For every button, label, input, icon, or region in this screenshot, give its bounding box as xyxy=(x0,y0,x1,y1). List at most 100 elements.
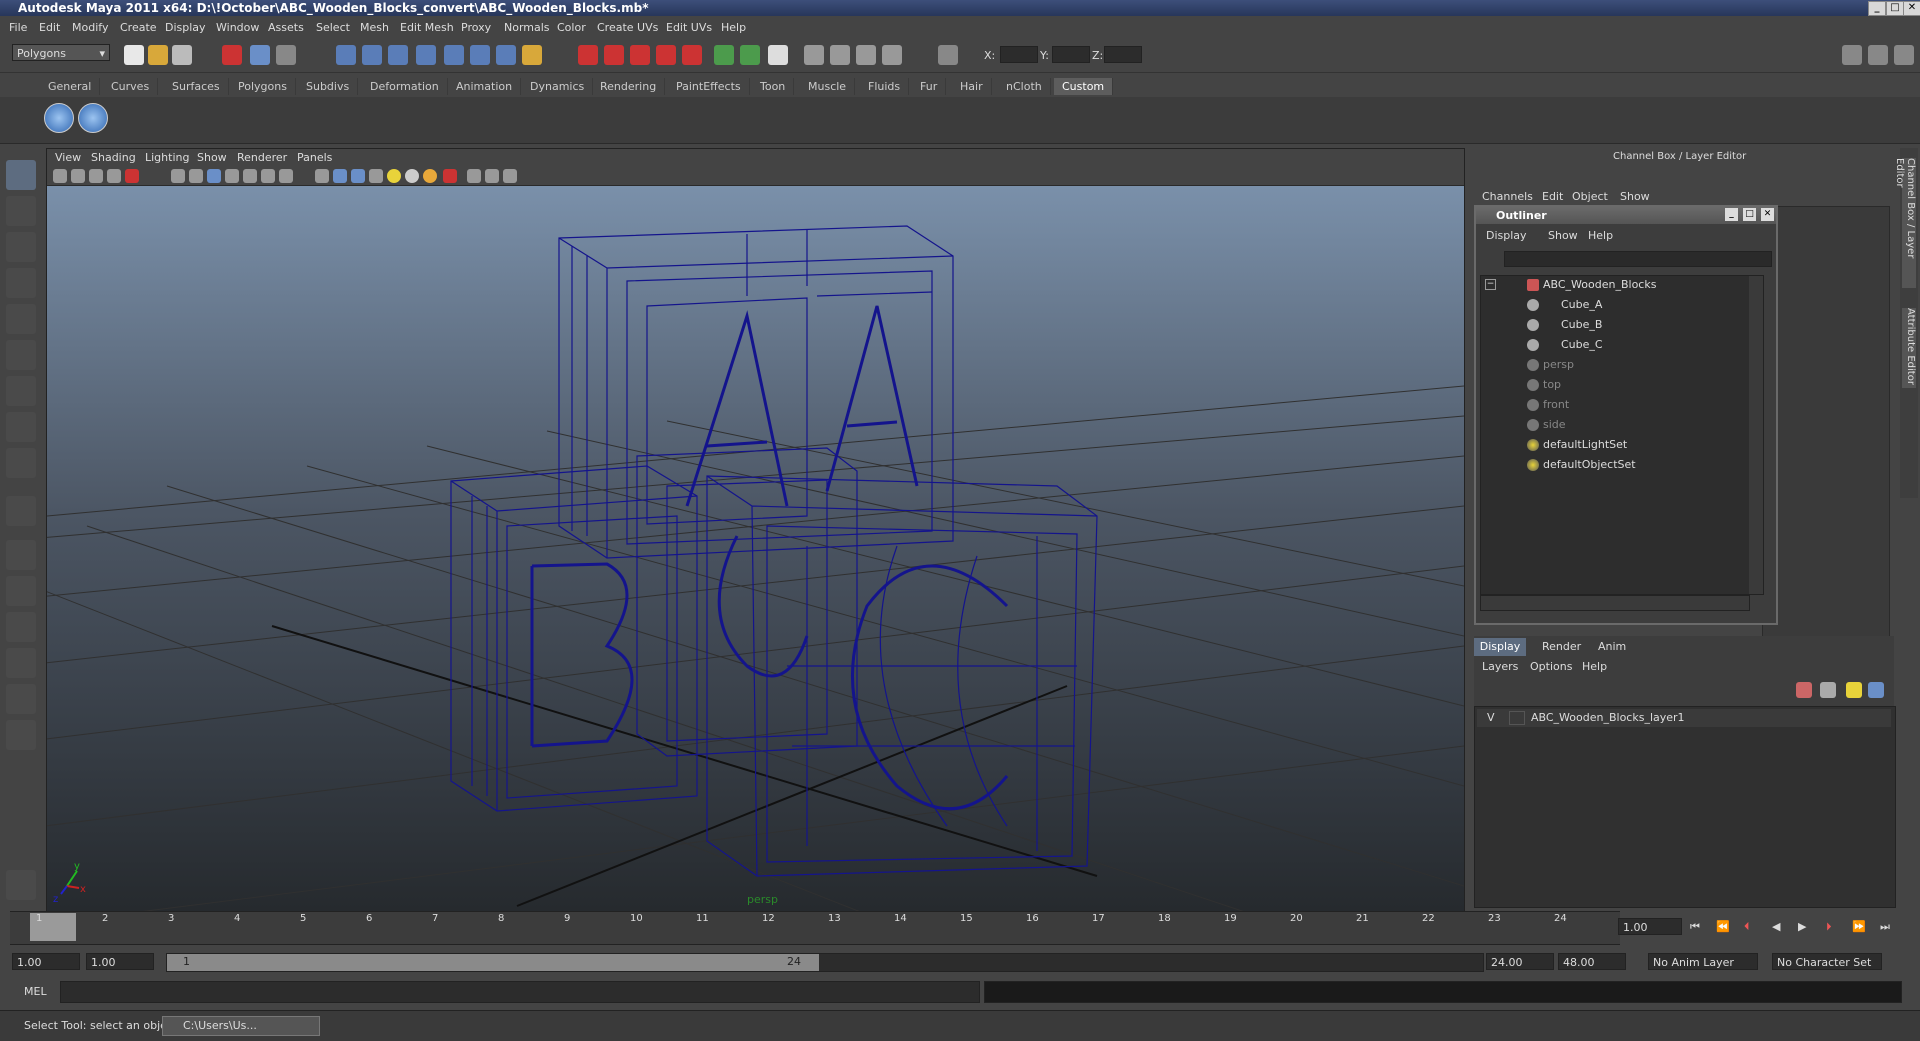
channel-box-toggle-icon[interactable] xyxy=(1894,45,1914,65)
outliner-item-persp[interactable]: persp xyxy=(1481,356,1763,374)
range-slider-track[interactable]: 1 24 xyxy=(166,953,1484,972)
render-view-icon[interactable] xyxy=(682,45,702,65)
layer-down-icon[interactable] xyxy=(1868,682,1884,698)
outliner-item-abc-wooden-blocks[interactable]: ABC_Wooden_Blocks xyxy=(1481,276,1763,294)
persp-graph-hypergraph-layout-icon[interactable] xyxy=(6,720,36,750)
outliner-item-front[interactable]: front xyxy=(1481,396,1763,414)
mode-selector[interactable]: Polygons ▾ xyxy=(12,44,110,61)
select-tool-icon[interactable] xyxy=(6,160,36,190)
outliner-titlebar[interactable]: Outliner _ □ ✕ xyxy=(1476,207,1776,224)
construction-icon[interactable] xyxy=(496,45,516,65)
vp-menu-panels[interactable]: Panels xyxy=(297,151,332,164)
menu-edit-uvs[interactable]: Edit UVs xyxy=(666,17,712,38)
show-manipulator-icon[interactable] xyxy=(6,448,36,478)
scale-tool-icon[interactable] xyxy=(6,340,36,370)
four-view-layout-icon[interactable] xyxy=(6,576,36,606)
input-line-icon[interactable] xyxy=(714,45,734,65)
layer-tab-render[interactable]: Render xyxy=(1534,638,1589,656)
menu-display[interactable]: Display xyxy=(165,17,206,38)
resolution-gate-icon[interactable] xyxy=(207,169,221,183)
close-button[interactable]: ✕ xyxy=(1903,1,1920,16)
bookmark-icon[interactable] xyxy=(89,169,103,183)
vp-menu-lighting[interactable]: Lighting xyxy=(145,151,189,164)
shelf-tab-deformation[interactable]: Deformation xyxy=(362,78,448,95)
outliner-item-default-light-set[interactable]: defaultLightSet xyxy=(1481,436,1763,454)
layer-menu-layers[interactable]: Layers xyxy=(1482,660,1518,673)
attribute-editor-toggle-icon[interactable] xyxy=(1842,45,1862,65)
anim-layer-dropdown[interactable]: No Anim Layer xyxy=(1648,953,1758,970)
dope-sheet-icon[interactable] xyxy=(856,45,876,65)
shelf-tab-hair[interactable]: Hair xyxy=(952,78,992,95)
step-forward-frame-icon[interactable]: ⏵ xyxy=(1826,920,1832,934)
default-light-icon[interactable] xyxy=(387,169,401,183)
outliner-filter-input[interactable] xyxy=(1504,251,1772,267)
play-forward-icon[interactable]: ▶ xyxy=(1798,920,1806,933)
camera-attr-icon[interactable] xyxy=(71,169,85,183)
shadows-icon[interactable] xyxy=(423,169,437,183)
soft-mod-tool-icon[interactable] xyxy=(6,412,36,442)
camera-icon[interactable] xyxy=(53,169,67,183)
absolute-transform-icon[interactable] xyxy=(938,45,958,65)
shelf-tab-curves[interactable]: Curves xyxy=(103,78,159,95)
step-forward-key-icon[interactable]: ⏩ xyxy=(1852,920,1866,933)
layer-menu-options[interactable]: Options xyxy=(1530,660,1572,673)
command-mode-label[interactable]: MEL xyxy=(24,985,47,998)
cb-menu-channels[interactable]: Channels xyxy=(1482,190,1533,203)
character-set-dropdown[interactable]: No Character Set xyxy=(1772,953,1882,970)
outliner-item-side[interactable]: side xyxy=(1481,416,1763,434)
playback-end-field[interactable]: 24.00 xyxy=(1486,953,1554,970)
outliner-item-cube-a[interactable]: Cube_A xyxy=(1481,296,1763,314)
new-layer-selected-icon[interactable] xyxy=(1820,682,1836,698)
menu-edit-mesh[interactable]: Edit Mesh xyxy=(400,17,454,38)
persp-outliner-layout-icon[interactable] xyxy=(6,612,36,642)
snap-grid-icon[interactable] xyxy=(336,45,356,65)
menu-mesh[interactable]: Mesh xyxy=(360,17,389,38)
menu-file[interactable]: File xyxy=(9,17,27,38)
current-frame-field[interactable]: 1.00 xyxy=(1618,918,1682,935)
outliner-menu-help[interactable]: Help xyxy=(1588,229,1613,242)
side-tab-attribute-editor[interactable]: Attribute Editor xyxy=(1902,308,1916,388)
new-scene-icon[interactable] xyxy=(124,45,144,65)
animation-start-field[interactable]: 1.00 xyxy=(12,953,80,970)
save-scene-icon[interactable] xyxy=(172,45,192,65)
outliner-menu-show[interactable]: Show xyxy=(1548,229,1578,242)
outliner-minimize-button[interactable]: _ xyxy=(1725,208,1738,221)
custom-checkmark-icon[interactable] xyxy=(44,103,74,133)
graph-editor-icon[interactable] xyxy=(830,45,850,65)
step-back-key-icon[interactable]: ⏪ xyxy=(1716,920,1730,933)
wireframe-icon[interactable] xyxy=(315,169,329,183)
range-slider-handle[interactable]: 1 24 xyxy=(167,954,819,971)
cb-menu-edit[interactable]: Edit xyxy=(1542,190,1563,203)
shelf-tab-fluids[interactable]: Fluids xyxy=(860,78,910,95)
xray-active-icon[interactable] xyxy=(503,169,517,183)
menu-assets[interactable]: Assets xyxy=(268,17,304,38)
outliner-vscrollbar[interactable] xyxy=(1749,276,1763,594)
outliner-hscrollbar[interactable] xyxy=(1480,595,1750,611)
vp-menu-view[interactable]: View xyxy=(55,151,81,164)
tool-settings-toggle-icon[interactable] xyxy=(1868,45,1888,65)
vp-menu-show[interactable]: Show xyxy=(197,151,227,164)
outliner-icon[interactable] xyxy=(804,45,824,65)
outliner-item-default-object-set[interactable]: defaultObjectSet xyxy=(1481,456,1763,474)
menu-create-uvs[interactable]: Create UVs xyxy=(597,17,658,38)
shelf-tab-subdivs[interactable]: Subdivs xyxy=(298,78,359,95)
shelf-tab-animation[interactable]: Animation xyxy=(448,78,522,95)
move-tool-icon[interactable] xyxy=(6,268,36,298)
layer-type-toggle[interactable] xyxy=(1509,711,1525,725)
menu-create[interactable]: Create xyxy=(120,17,157,38)
menu-normals[interactable]: Normals xyxy=(504,17,550,38)
cb-menu-show[interactable]: Show xyxy=(1620,190,1650,203)
last-tool-icon[interactable] xyxy=(6,496,36,526)
side-tab-channel-box[interactable]: Channel Box / Layer Editor xyxy=(1894,158,1916,288)
menu-window[interactable]: Window xyxy=(216,17,259,38)
taskbar-window[interactable]: C:\Users\Us... xyxy=(162,1016,320,1036)
animation-end-field[interactable]: 48.00 xyxy=(1558,953,1626,970)
snap-curve-icon[interactable] xyxy=(362,45,382,65)
layer-up-icon[interactable] xyxy=(1846,682,1862,698)
select-object-icon[interactable] xyxy=(250,45,270,65)
input-mode-icon[interactable] xyxy=(740,45,760,65)
shelf-tab-ncloth[interactable]: nCloth xyxy=(998,78,1051,95)
shelf-tab-polygons[interactable]: Polygons xyxy=(230,78,296,95)
xray-joints-icon[interactable] xyxy=(485,169,499,183)
all-lights-icon[interactable] xyxy=(405,169,419,183)
